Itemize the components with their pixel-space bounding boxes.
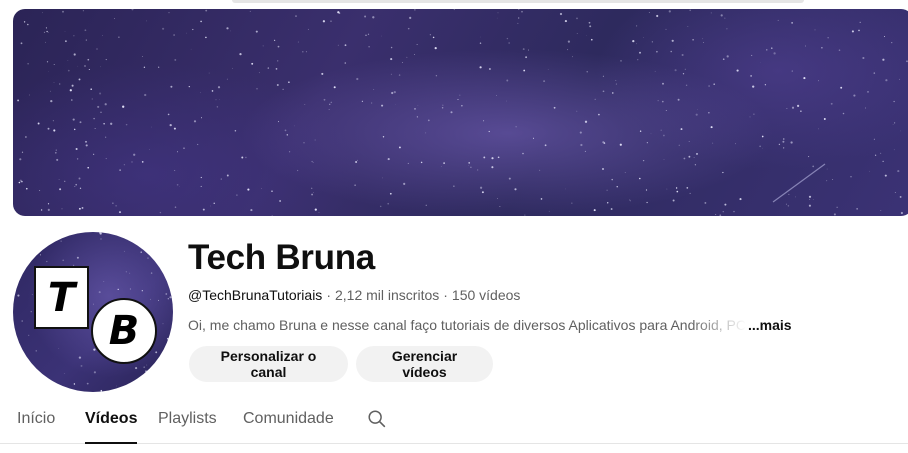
star-dot [13, 248, 14, 250]
star-dot [60, 240, 62, 242]
tab-videos[interactable]: Vídeos [85, 410, 138, 444]
meta-separator: · [326, 287, 331, 303]
star-dot [146, 371, 148, 374]
star-dot [146, 234, 149, 237]
star-dot [93, 348, 96, 351]
star-dot [155, 351, 158, 354]
star-dot [100, 238, 102, 240]
star-dot [145, 370, 147, 372]
star-dot [123, 250, 125, 252]
star-dot [162, 236, 164, 238]
star-dot [146, 364, 148, 366]
star-dot [117, 288, 119, 291]
star-dot [143, 366, 145, 368]
star-dot [147, 257, 149, 259]
star-dot [141, 290, 143, 292]
star-dot [80, 364, 83, 367]
star-dot [21, 320, 23, 322]
star-dot [153, 390, 155, 392]
star-dot [135, 367, 138, 370]
star-dot [152, 240, 154, 242]
star-dot [17, 294, 20, 297]
star-dot [31, 294, 33, 295]
star-dot [165, 293, 168, 295]
star-dot [158, 299, 159, 301]
description-more-link[interactable]: ...mais [748, 317, 792, 333]
tab-inicio[interactable]: Início [17, 410, 55, 443]
star-dot [168, 254, 171, 257]
channel-avatar: T B [13, 232, 173, 392]
avatar-letter-b: B [91, 298, 157, 364]
customize-channel-button[interactable]: Personalizar o canal [189, 346, 348, 382]
star-dot [150, 298, 151, 300]
star-dot [140, 251, 142, 253]
star-dot [136, 243, 138, 245]
star-dot [78, 356, 82, 359]
star-dot [129, 288, 131, 290]
star-dot [63, 373, 65, 374]
star-dot [58, 348, 60, 349]
star-dot [86, 382, 89, 385]
avatar-letter-t: T [34, 266, 89, 329]
channel-tabs: Início Vídeos Playlists Comunidade [0, 398, 908, 444]
star-dot [93, 371, 96, 374]
star-dot [166, 337, 169, 340]
star-dot [167, 298, 169, 300]
star-dot [92, 303, 94, 305]
channel-description[interactable]: Oi, me chamo Bruna e nesse canal faço tu… [188, 317, 792, 333]
star-dot [116, 385, 118, 387]
star-dot [35, 350, 37, 352]
channel-banner [13, 9, 908, 216]
star-dot [125, 271, 127, 273]
star-dot [160, 390, 163, 392]
star-dot [76, 256, 79, 259]
channel-meta: @TechBrunaTutoriais · 2,12 mil inscritos · 1… [188, 287, 520, 303]
shooting-star [772, 163, 826, 203]
tab-comunidade[interactable]: Comunidade [243, 410, 334, 443]
star-dot [32, 236, 34, 237]
star-dot [171, 294, 173, 295]
star-dot [103, 281, 105, 282]
star-dot [73, 383, 76, 385]
top-search-bar-edge [232, 0, 804, 3]
search-icon[interactable] [366, 408, 388, 430]
star-dot [13, 279, 15, 281]
tab-playlists[interactable]: Playlists [158, 410, 217, 443]
star-dot [129, 272, 131, 274]
star-dot [15, 348, 17, 350]
star-dot [98, 291, 101, 294]
channel-title: Tech Bruna [188, 238, 375, 277]
description-text: Oi, me chamo Bruna e nesse canal faço tu… [188, 317, 746, 333]
star-dot [64, 233, 66, 235]
subscriber-count: 2,12 mil inscritos [334, 287, 440, 303]
star-dot [163, 368, 166, 371]
star-dot [169, 296, 172, 299]
star-dot [147, 387, 148, 388]
star-dot [39, 254, 42, 256]
video-count: 150 vídeos [451, 287, 521, 303]
star-dot [146, 249, 150, 252]
star-dot [28, 334, 30, 336]
star-dot [100, 389, 103, 392]
star-dot [150, 272, 153, 274]
channel-handle: @TechBrunaTutoriais [188, 287, 323, 303]
star-dot [99, 232, 102, 235]
star-dot [162, 323, 164, 325]
star-dot [14, 268, 16, 270]
star-dot [62, 259, 64, 262]
star-dot [20, 257, 23, 260]
manage-videos-button[interactable]: Gerenciar vídeos [356, 346, 493, 382]
meta-separator: · [443, 287, 448, 303]
star-dot [30, 311, 32, 313]
star-dot [46, 260, 48, 263]
star-dot [27, 375, 29, 377]
